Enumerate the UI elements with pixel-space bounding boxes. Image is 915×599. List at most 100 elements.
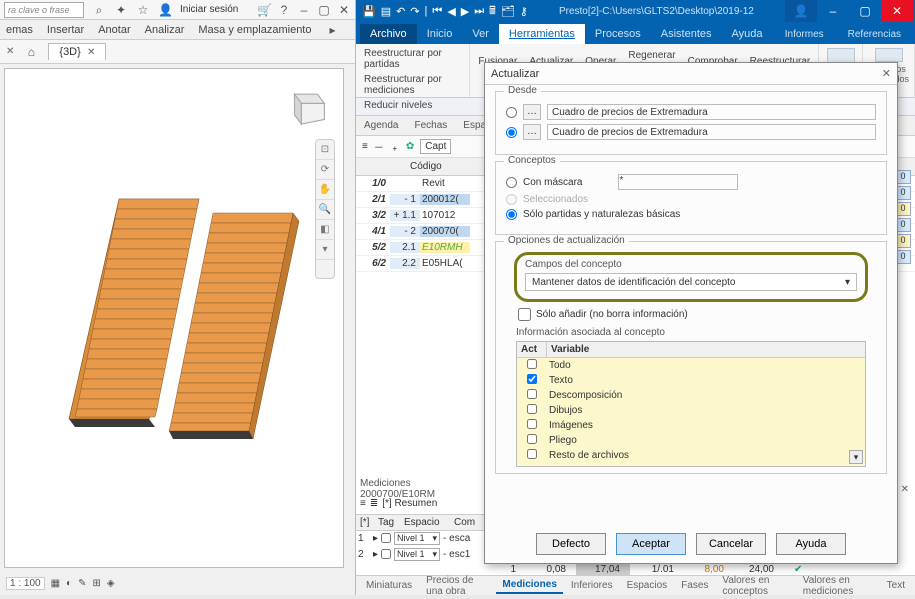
defecto-button[interactable]: Defecto [536, 533, 606, 555]
subtab[interactable]: Fechas [406, 117, 455, 134]
resumen-combo[interactable]: [*] Resumen [382, 498, 437, 509]
status-icon[interactable]: ✎ [78, 578, 86, 589]
status-icon[interactable]: ▦ [51, 578, 60, 589]
path-field[interactable]: Cuadro de precios de Extremadura [547, 124, 876, 140]
nav-icon[interactable]: 🔍 [316, 200, 334, 220]
list-item[interactable]: Resto de archivos [517, 448, 865, 463]
subtab[interactable]: Agenda [356, 117, 406, 134]
scroll-down-icon[interactable]: ▾ [849, 450, 863, 464]
expand-icon[interactable]: ▸ [325, 23, 339, 37]
export-icon[interactable]: ▤ [381, 5, 391, 18]
archivos-icon[interactable] [875, 48, 903, 62]
last-icon[interactable]: ⏭ [474, 5, 484, 18]
nivel-row[interactable]: 2▸Nivel 1▾- esc1 [356, 546, 486, 562]
cart-icon[interactable]: 🛒 [257, 3, 271, 17]
next-icon[interactable]: ▶ [461, 5, 469, 18]
login-link[interactable]: Iniciar sesión [180, 4, 238, 15]
maximize-button[interactable]: ▢ [849, 0, 881, 22]
btab[interactable]: Fases [675, 578, 714, 593]
nav-icon[interactable]: ◧ [316, 220, 334, 240]
nav-icon[interactable]: ▾ [316, 240, 334, 260]
tab-close-icon[interactable]: ✕ [87, 47, 95, 58]
filter-icon[interactable]: ⚷ [520, 5, 528, 18]
ribbon-item[interactable]: Reestructurar por partidas [360, 46, 465, 72]
tab-archivo[interactable]: Archivo [360, 24, 417, 44]
menu-item[interactable]: Insertar [47, 24, 84, 36]
menu-item[interactable]: emas [6, 24, 33, 36]
btab[interactable]: Espacios [621, 578, 674, 593]
close-icon[interactable]: ✕ [337, 3, 351, 17]
tool-icon[interactable]: ≡ [360, 498, 366, 509]
campos-dropdown[interactable]: Mantener datos de identificación del con… [525, 273, 857, 291]
restore-icon[interactable]: ▢ [317, 3, 331, 17]
save-icon[interactable]: 💾 [362, 5, 376, 18]
tree-icon[interactable]: 🗂 [501, 5, 515, 18]
btab-active[interactable]: Mediciones [496, 577, 562, 594]
tab-inicio[interactable]: Inicio [417, 24, 463, 44]
menu-item[interactable]: Anotar [98, 24, 130, 36]
status-icon[interactable]: ◈ [107, 578, 115, 589]
tab-ver[interactable]: Ver [462, 24, 499, 44]
user-icon[interactable]: 👤 [785, 0, 817, 22]
mask-input[interactable]: * [618, 174, 738, 190]
combo-capt[interactable]: Capt [420, 139, 451, 154]
minimize-icon[interactable]: – [297, 3, 311, 17]
help-icon[interactable]: ? [277, 3, 291, 17]
tab-ayuda[interactable]: Ayuda [722, 24, 773, 44]
tab-asistentes[interactable]: Asistentes [651, 24, 722, 44]
dialog-close-icon[interactable]: ✕ [882, 67, 891, 80]
redo-icon[interactable]: ↷ [410, 5, 419, 18]
tab-procesos[interactable]: Procesos [585, 24, 651, 44]
nivel-row[interactable]: 1▸Nivel 1▾- esca [356, 530, 486, 546]
binoculars-icon[interactable]: ⌕ [92, 3, 106, 17]
nav-icon[interactable]: ✋ [316, 180, 334, 200]
list-item[interactable]: Descomposición [517, 388, 865, 403]
btab[interactable]: Text [881, 578, 911, 593]
close-button[interactable]: ✕ [881, 0, 913, 22]
menu-item[interactable]: Analizar [145, 24, 185, 36]
status-icon[interactable]: ◐ [66, 578, 72, 589]
tab-herramientas[interactable]: Herramientas [499, 24, 585, 44]
user-icon[interactable]: 👤 [158, 3, 172, 17]
undo-icon[interactable]: ↶ [396, 5, 405, 18]
tab-3d[interactable]: {3D} ✕ [48, 43, 106, 60]
ribbon-item[interactable]: Reducir niveles [360, 98, 465, 113]
home-icon[interactable]: ⌂ [24, 45, 38, 59]
browse-icon[interactable]: … [523, 104, 541, 120]
radio-option[interactable] [506, 107, 517, 118]
radio-mask[interactable] [506, 177, 517, 188]
tab-close-icon[interactable]: ✕ [6, 46, 14, 57]
minimize-button[interactable]: – [817, 0, 849, 22]
btab[interactable]: Miniaturas [360, 578, 418, 593]
prev-icon[interactable]: ◀ [447, 5, 455, 18]
tool-icon[interactable]: ﹢ [390, 139, 400, 154]
view-cube[interactable] [283, 85, 329, 131]
tool-icon[interactable]: ≡ [362, 141, 368, 152]
ribbon-item[interactable]: Reestructurar por mediciones [360, 72, 465, 98]
list-item[interactable]: Texto [517, 373, 865, 388]
browse-icon[interactable]: … [523, 124, 541, 140]
calc-icon[interactable]: 🖩 [489, 2, 496, 21]
list-item[interactable]: Dibujos [517, 403, 865, 418]
scale-display[interactable]: 1 : 100 [6, 577, 45, 590]
radio-basic[interactable] [506, 209, 517, 220]
list-item[interactable]: Pliego [517, 433, 865, 448]
menu-item[interactable]: Masa y emplazamiento [198, 24, 311, 36]
viewport-3d[interactable]: ⊡ ⟳ ✋ 🔍 ◧ ▾ [4, 68, 344, 568]
tool-icon[interactable]: ≣ [370, 498, 378, 509]
aceptar-button[interactable]: Aceptar [616, 533, 686, 555]
ayuda-button[interactable]: Ayuda [776, 533, 846, 555]
cancelar-button[interactable]: Cancelar [696, 533, 766, 555]
list-item[interactable]: Imágenes [517, 418, 865, 433]
key-icon[interactable]: ✦ [114, 3, 128, 17]
tool-icon[interactable]: － [374, 139, 384, 154]
nav-bar[interactable]: ⊡ ⟳ ✋ 🔍 ◧ ▾ [315, 139, 335, 279]
tab-informes[interactable]: Informes [775, 25, 834, 44]
radio-option[interactable] [506, 127, 517, 138]
checkbox-solo-anadir[interactable] [518, 308, 531, 321]
nav-icon[interactable]: ⟳ [316, 160, 334, 180]
first-icon[interactable]: ⏮ [432, 5, 442, 18]
tool-icon[interactable]: ✿ [406, 141, 414, 152]
status-icon[interactable]: ⊞ [92, 578, 100, 589]
star-icon[interactable]: ☆ [136, 3, 150, 17]
